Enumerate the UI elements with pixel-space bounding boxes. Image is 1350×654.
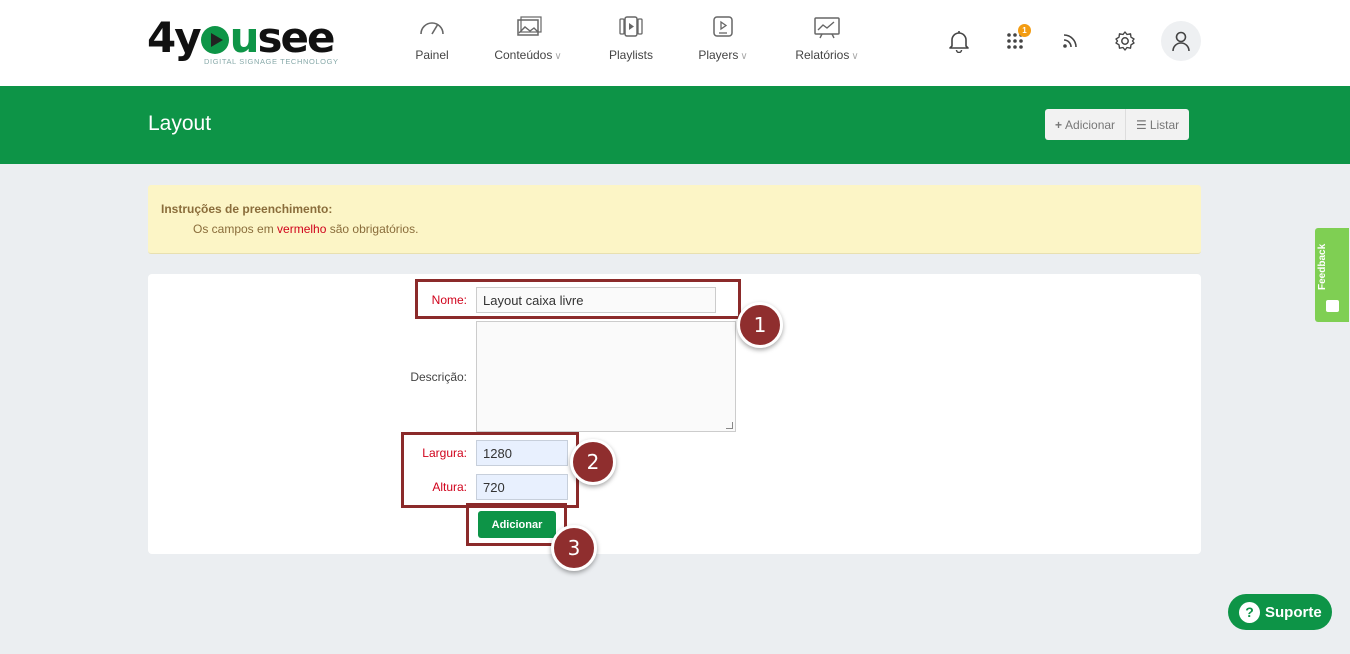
page-header: Layout + Adicionar ☰ Listar [0, 86, 1350, 164]
annotation-box-2 [401, 432, 579, 508]
user-icon [1172, 31, 1190, 52]
instructions-alert: Instruções de preenchimento: Os campos e… [148, 185, 1201, 254]
logo-tagline: DIGITAL SIGNAGE TECHNOLOGY [204, 57, 339, 66]
bell-icon [949, 31, 969, 53]
add-button[interactable]: + Adicionar [1045, 109, 1127, 140]
player-icon [713, 16, 733, 37]
rss-button[interactable] [1055, 26, 1085, 56]
notifications-button[interactable] [944, 26, 974, 56]
descricao-textarea[interactable] [476, 321, 736, 432]
chevron-down-icon: ∨ [740, 51, 748, 62]
nav-item-players[interactable]: Players ∨ [693, 14, 753, 74]
nav-label: Conteúdos [494, 48, 553, 62]
annotation-badge-3: 3 [551, 525, 597, 571]
annotation-badge-1: 1 [737, 302, 783, 348]
images-icon [517, 16, 542, 36]
report-icon [814, 17, 840, 39]
chevron-down-icon: ∨ [851, 51, 859, 62]
feedback-tab[interactable]: Feedback [1315, 228, 1349, 322]
nav-label: Playlists [608, 48, 653, 62]
user-menu-button[interactable] [1161, 21, 1201, 61]
support-button[interactable]: ? Suporte [1228, 594, 1332, 630]
settings-button[interactable] [1110, 26, 1140, 56]
nav-item-conteudos[interactable]: Conteúdos ∨ [486, 14, 570, 74]
gauge-icon [420, 22, 444, 35]
nav-label: Painel [415, 48, 449, 62]
annotation-badge-2: 2 [570, 439, 616, 485]
playlist-icon [619, 16, 643, 37]
list-icon: ☰ [1136, 117, 1147, 132]
descricao-label: Descrição: [410, 370, 467, 384]
list-button[interactable]: ☰ Listar [1126, 109, 1190, 140]
instructions-title: Instruções de preenchimento: [161, 202, 333, 216]
resize-handle-icon[interactable] [726, 422, 733, 429]
nav-item-painel[interactable]: Painel [410, 14, 454, 74]
plus-icon: + [1055, 117, 1063, 132]
top-navbar: 4y usee DIGITAL SIGNAGE TECHNOLOGY Painel… [0, 0, 1350, 86]
apps-button[interactable]: 1 [1000, 24, 1031, 56]
annotation-box-1 [415, 279, 741, 319]
feedback-label: Feedback [1317, 243, 1328, 290]
chevron-down-icon: ∨ [554, 51, 562, 62]
gear-icon [1115, 31, 1135, 51]
instructions-text: Os campos em vermelho são obrigatórios. [193, 222, 419, 236]
brand-logo[interactable]: 4y usee DIGITAL SIGNAGE TECHNOLOGY [147, 13, 347, 70]
nav-label: Players [698, 48, 739, 62]
nav-item-playlists[interactable]: Playlists [606, 14, 656, 74]
nav-label: Relatórios [795, 48, 850, 62]
header-button-group: + Adicionar ☰ Listar [1045, 109, 1190, 140]
feedback-icon [1326, 300, 1339, 312]
logo-o-icon [200, 13, 230, 62]
nav-item-relatorios[interactable]: Relatórios ∨ [789, 14, 865, 74]
rss-icon [1063, 34, 1077, 48]
question-icon: ? [1239, 601, 1260, 623]
apps-badge: 1 [1018, 24, 1031, 37]
page-title: Layout [148, 112, 212, 135]
